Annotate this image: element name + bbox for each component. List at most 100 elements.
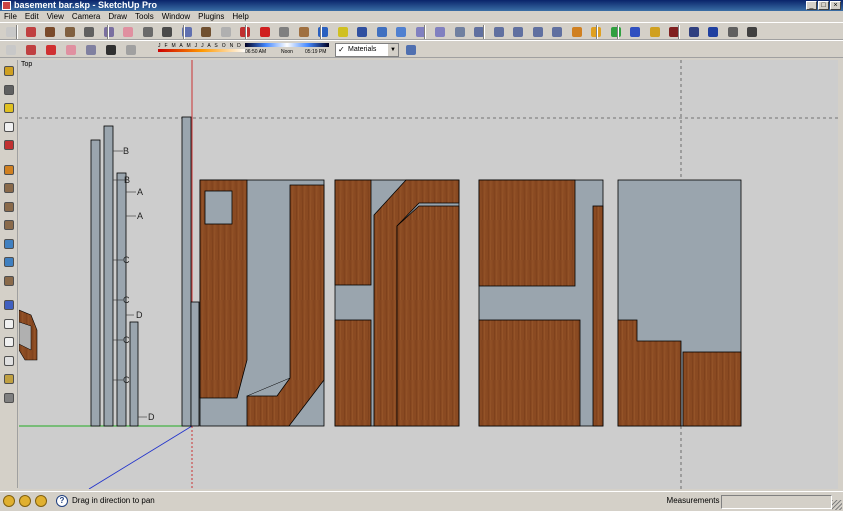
- circle-button[interactable]: [63, 25, 77, 39]
- toolbar-separator: [424, 25, 426, 39]
- close-plugin-button[interactable]: [745, 25, 759, 39]
- menu-tools[interactable]: Tools: [131, 11, 158, 22]
- text-button[interactable]: [160, 25, 174, 39]
- sandbox-tool[interactable]: [2, 83, 16, 97]
- menu-view[interactable]: View: [43, 11, 68, 22]
- partial-cabinet-object[interactable]: [19, 309, 38, 361]
- layer-button[interactable]: [84, 43, 98, 57]
- cabinet-panel-group-3[interactable]: [478, 179, 604, 427]
- shadow-time-slider[interactable]: 06:50 AM Noon 05:19 PM: [245, 43, 330, 57]
- menu-edit[interactable]: Edit: [21, 11, 43, 22]
- box-iso-icon: [4, 183, 14, 193]
- front-view-button[interactable]: [492, 25, 506, 39]
- zoom-button[interactable]: [355, 25, 369, 39]
- shadow-toggle-button[interactable]: [104, 43, 118, 57]
- fog-button[interactable]: [124, 43, 138, 57]
- hidden-line-tool[interactable]: [2, 335, 16, 349]
- axis-tool[interactable]: [2, 138, 16, 152]
- left-view-button[interactable]: [550, 25, 564, 39]
- google-earth-button[interactable]: [609, 25, 623, 39]
- back-view-button[interactable]: [531, 25, 545, 39]
- export-button[interactable]: [687, 25, 701, 39]
- shaded-tool[interactable]: [2, 354, 16, 368]
- menu-help[interactable]: Help: [228, 11, 252, 22]
- pencil-red-button[interactable]: [24, 43, 38, 57]
- box-right-tool[interactable]: [2, 237, 16, 251]
- style-select[interactable]: ✓ Materials ▼: [335, 43, 399, 57]
- menu-window[interactable]: Window: [158, 11, 194, 22]
- toolbar-separator: [16, 25, 18, 39]
- geo-location-icon[interactable]: [3, 495, 15, 507]
- textured-tool[interactable]: [2, 372, 16, 386]
- time-track[interactable]: [245, 43, 329, 47]
- next-view-button[interactable]: [433, 25, 447, 39]
- info-button[interactable]: [628, 25, 642, 39]
- rotate-icon: [259, 27, 270, 37]
- style-settings-button[interactable]: [404, 43, 418, 57]
- pencil-icon: [25, 27, 36, 37]
- xray-tool[interactable]: [2, 298, 16, 312]
- cabinet-panel-group-1[interactable]: [199, 179, 325, 427]
- zoom-window-button[interactable]: [375, 25, 389, 39]
- monochrome-icon: [4, 392, 14, 403]
- zoom-extents-button[interactable]: [394, 25, 408, 39]
- dimension-tool[interactable]: [2, 120, 16, 134]
- tape-measure-button[interactable]: [141, 25, 155, 39]
- eraser-button[interactable]: [121, 25, 135, 39]
- warehouse-button[interactable]: [570, 25, 584, 39]
- credits-icon[interactable]: [19, 495, 31, 507]
- menu-camera[interactable]: Camera: [68, 11, 104, 22]
- measure-tool[interactable]: [2, 101, 16, 115]
- section-label: C: [123, 335, 130, 345]
- box-front-tool[interactable]: [2, 218, 16, 232]
- menu-plugins[interactable]: Plugins: [194, 11, 228, 22]
- menu-file[interactable]: File: [0, 11, 21, 22]
- paint-tool[interactable]: [2, 64, 16, 78]
- section-tool[interactable]: [2, 163, 16, 177]
- drawing-viewport[interactable]: Top B B A A C C D C C D: [19, 60, 838, 489]
- rotate-button[interactable]: [258, 25, 272, 39]
- axis-icon: [4, 140, 14, 150]
- user-icon[interactable]: [35, 495, 47, 507]
- minimize-button[interactable]: _: [806, 1, 817, 10]
- push-pull-button[interactable]: [199, 25, 213, 39]
- arc-button[interactable]: [82, 25, 96, 39]
- paint-bucket-button[interactable]: [180, 25, 194, 39]
- orbit-button[interactable]: [316, 25, 330, 39]
- wireframe-tool[interactable]: [2, 317, 16, 331]
- offset-button[interactable]: [277, 25, 291, 39]
- help-button[interactable]: [706, 25, 720, 39]
- right-view-button[interactable]: [511, 25, 525, 39]
- scale-button[interactable]: [297, 25, 311, 39]
- settings-button[interactable]: [726, 25, 740, 39]
- shadow-date-slider[interactable]: J F M A M J J A S O N D: [158, 43, 248, 57]
- pencil-plugin-button[interactable]: [648, 25, 662, 39]
- box-left-tool[interactable]: [2, 274, 16, 288]
- iso-view-button[interactable]: [453, 25, 467, 39]
- model-canvas[interactable]: B B A A C C D C C D: [19, 60, 838, 489]
- follow-me-button[interactable]: [219, 25, 233, 39]
- maximize-button[interactable]: □: [818, 1, 829, 10]
- rectangle-button[interactable]: [43, 25, 57, 39]
- date-track[interactable]: [158, 49, 246, 52]
- select-arrow-button[interactable]: [4, 43, 18, 57]
- paint-dropper-button[interactable]: [44, 43, 58, 57]
- menu-draw[interactable]: Draw: [104, 11, 131, 22]
- cabinet-panel-group-4[interactable]: [617, 179, 742, 427]
- pan-button[interactable]: [336, 25, 350, 39]
- box-iso-tool[interactable]: [2, 181, 16, 195]
- dimension-icon: [4, 121, 14, 132]
- cabinet-panel-group-2[interactable]: [334, 179, 460, 427]
- resize-grip[interactable]: [832, 500, 842, 510]
- box-top-tool[interactable]: [2, 200, 16, 214]
- time-end-label: 05:19 PM: [305, 49, 327, 55]
- chevron-down-icon[interactable]: ▼: [388, 44, 398, 56]
- monochrome-tool[interactable]: [2, 391, 16, 405]
- section-side-profiles[interactable]: [90, 116, 200, 427]
- close-button[interactable]: ×: [830, 1, 841, 10]
- pencil-button[interactable]: [24, 25, 38, 39]
- measurements-input[interactable]: [721, 495, 832, 509]
- help-icon[interactable]: ?: [56, 495, 68, 507]
- box-back-tool[interactable]: [2, 255, 16, 269]
- eraser-pink-button[interactable]: [64, 43, 78, 57]
